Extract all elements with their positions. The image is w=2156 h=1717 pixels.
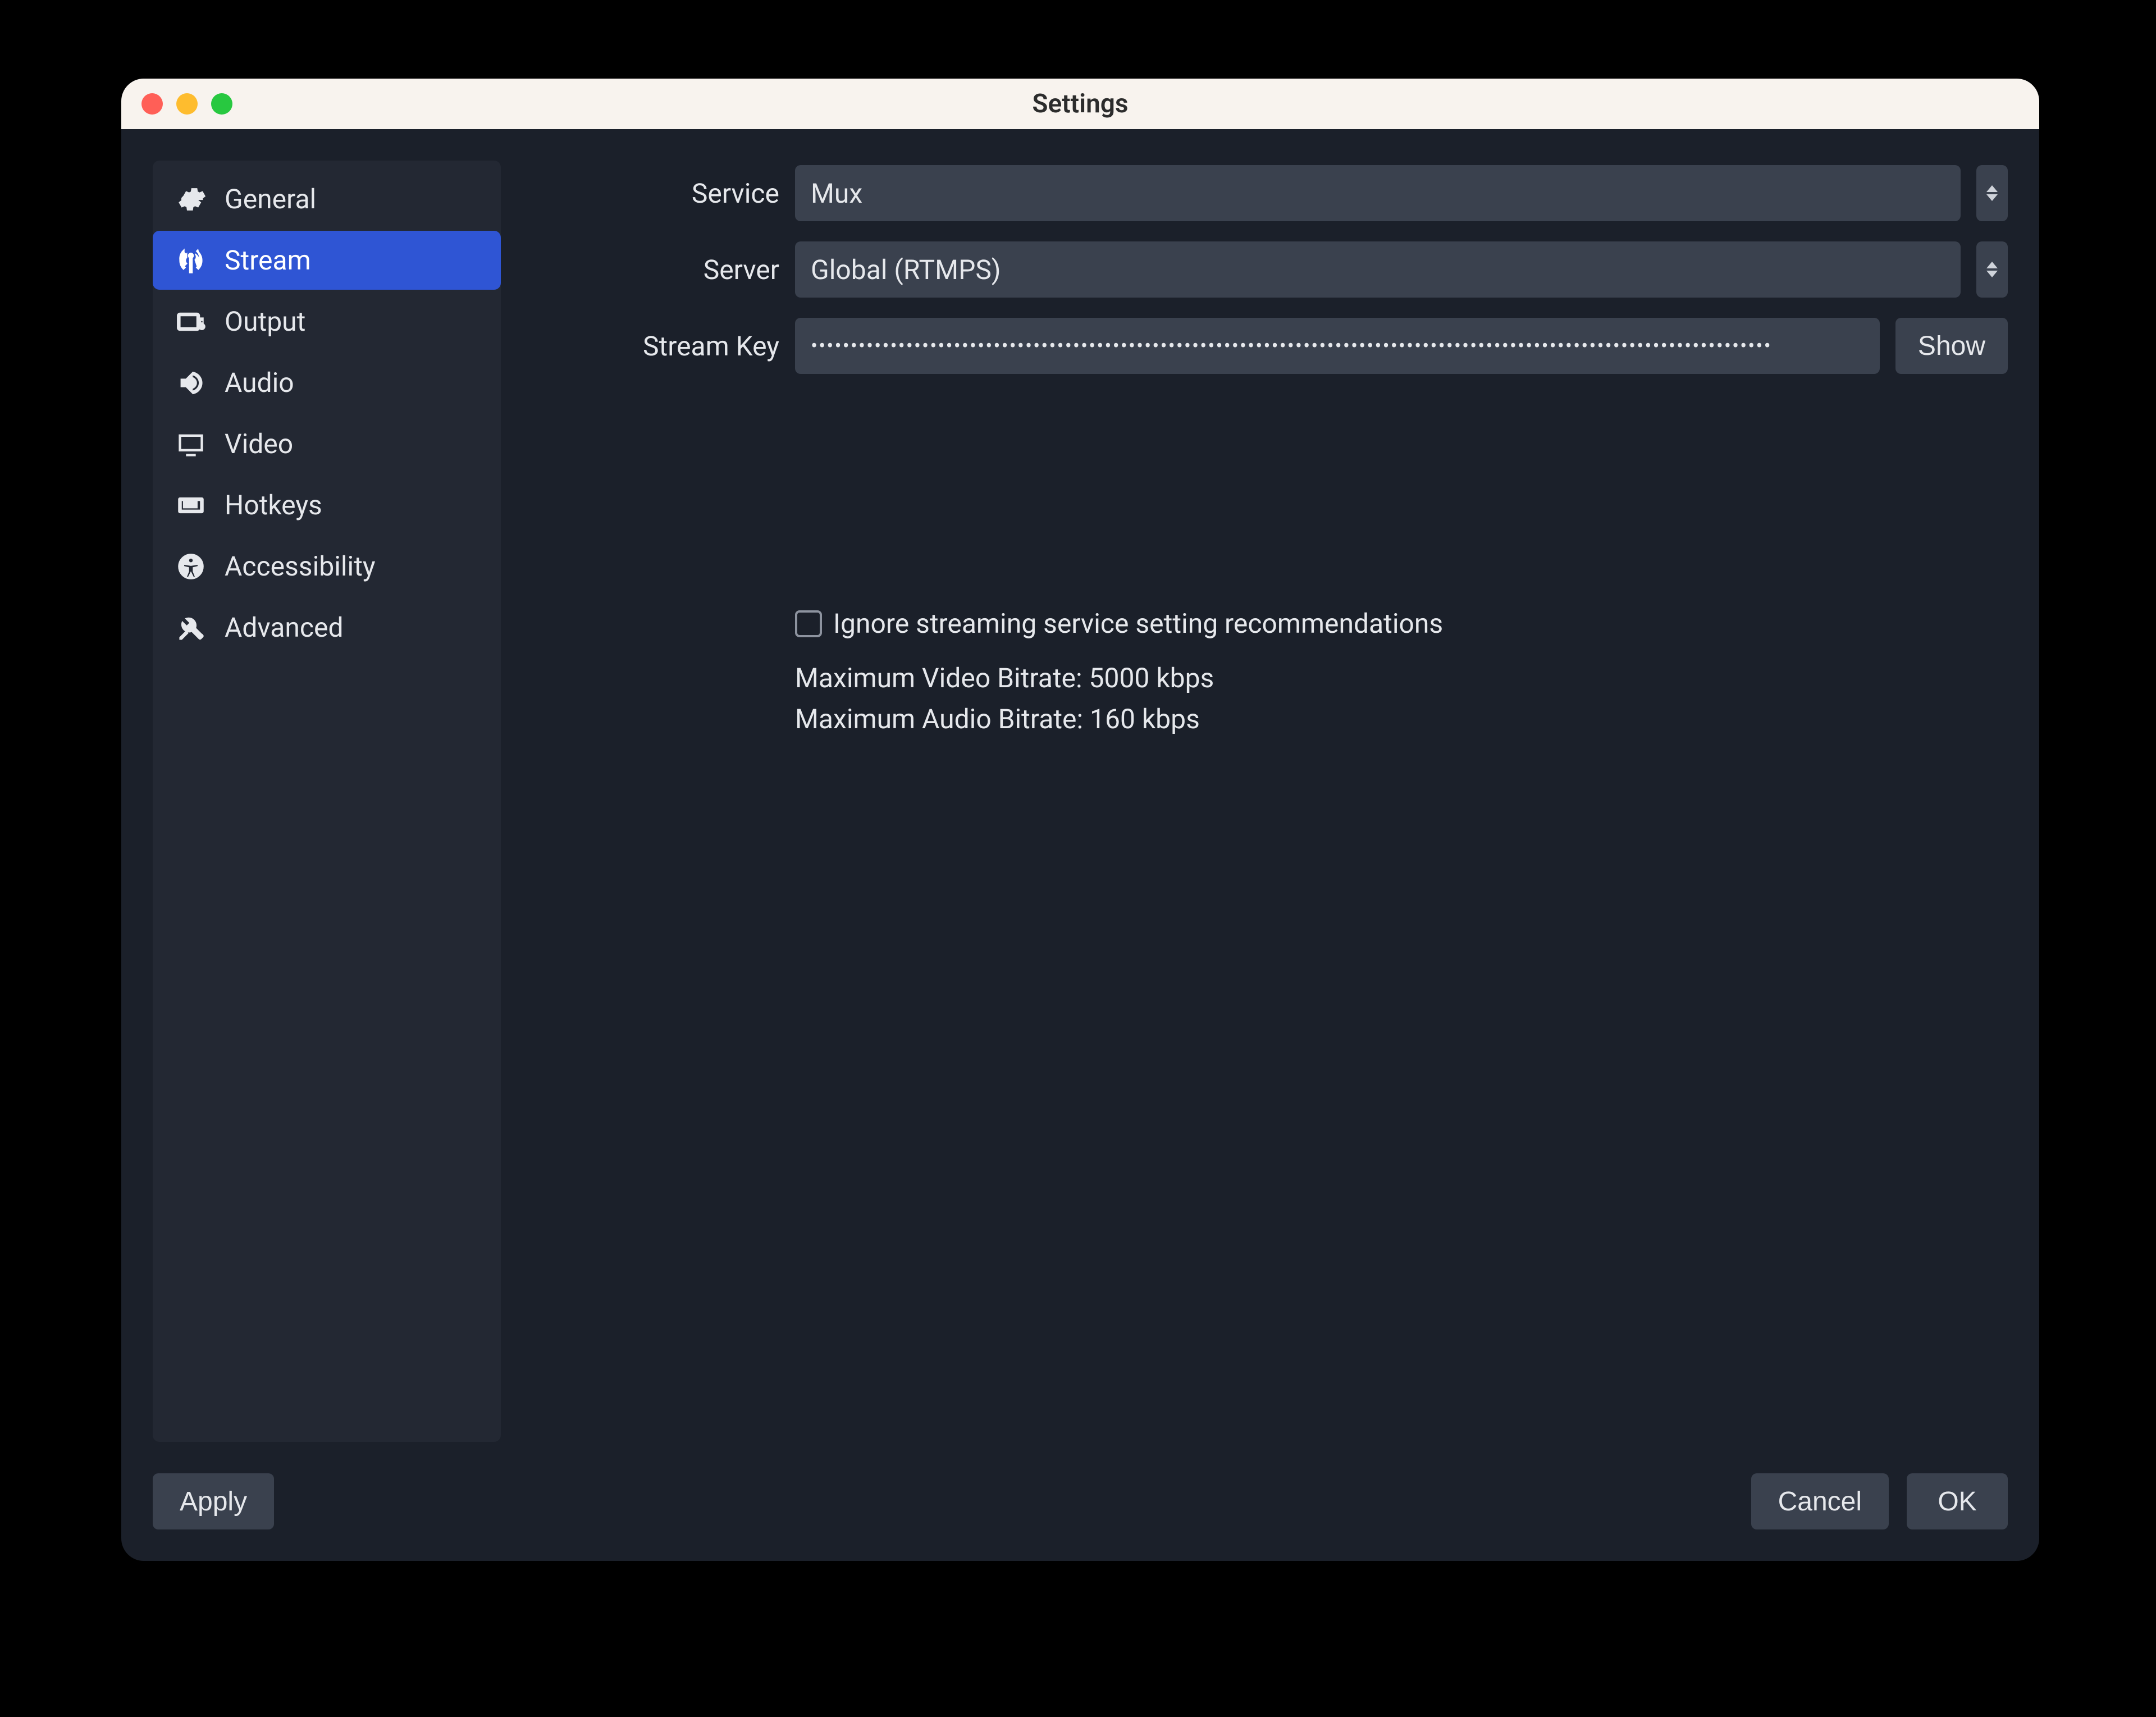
stream-key-input[interactable]: ••••••••••••••••••••••••••••••••••••••••… <box>795 318 1880 374</box>
accessibility-icon <box>175 551 207 582</box>
sidebar-item-label: Advanced <box>225 611 344 643</box>
sidebar-item-label: Video <box>225 428 293 460</box>
tools-icon <box>175 612 207 643</box>
window-body: General Stream Output <box>121 129 2039 1561</box>
ok-button[interactable]: OK <box>1907 1473 2008 1529</box>
monitor-icon <box>175 428 207 460</box>
server-select[interactable]: Global (RTMPS) <box>795 241 1961 298</box>
sidebar-item-stream[interactable]: Stream <box>153 231 501 290</box>
stream-key-row: Stream Key •••••••••••••••••••••••••••••… <box>532 318 2008 374</box>
gear-icon <box>175 184 207 215</box>
ignore-recommendations-label: Ignore streaming service setting recomme… <box>833 608 1443 640</box>
sidebar-item-general[interactable]: General <box>153 170 501 229</box>
antenna-icon <box>175 245 207 276</box>
sidebar-item-label: Stream <box>225 244 311 276</box>
sidebar-item-hotkeys[interactable]: Hotkeys <box>153 476 501 535</box>
ignore-recommendations-checkbox[interactable]: Ignore streaming service setting recomme… <box>795 608 2008 640</box>
footer-right-group: Cancel OK <box>1751 1473 2008 1529</box>
sidebar-item-accessibility[interactable]: Accessibility <box>153 537 501 596</box>
sidebar-item-label: Output <box>225 305 305 337</box>
service-select-value: Mux <box>811 177 862 209</box>
minimize-window-button[interactable] <box>176 93 198 115</box>
service-select[interactable]: Mux <box>795 165 1961 221</box>
chevron-up-icon <box>1986 262 1998 268</box>
cancel-button[interactable]: Cancel <box>1751 1473 1889 1529</box>
sidebar-item-label: Hotkeys <box>225 489 322 521</box>
sidebar-item-video[interactable]: Video <box>153 414 501 473</box>
service-row: Service Mux <box>532 165 2008 221</box>
show-stream-key-button[interactable]: Show <box>1895 318 2008 374</box>
sidebar-item-output[interactable]: Output <box>153 292 501 351</box>
sidebar-item-label: General <box>225 183 316 215</box>
checkbox-box <box>795 610 822 637</box>
stream-key-mask: ••••••••••••••••••••••••••••••••••••••••… <box>811 336 1772 356</box>
server-select-value: Global (RTMPS) <box>811 254 1001 286</box>
window-controls <box>141 93 232 115</box>
service-select-stepper[interactable] <box>1976 165 2008 221</box>
recommendations-block: Ignore streaming service setting recomme… <box>795 608 2008 735</box>
window-title: Settings <box>121 89 2039 119</box>
chevron-down-icon <box>1986 271 1998 277</box>
keyboard-icon <box>175 490 207 521</box>
settings-window: Settings General Stream <box>121 79 2039 1561</box>
sidebar-item-audio[interactable]: Audio <box>153 353 501 412</box>
screen-record-icon <box>175 306 207 337</box>
server-row: Server Global (RTMPS) <box>532 241 2008 298</box>
server-select-stepper[interactable] <box>1976 241 2008 298</box>
sidebar-item-advanced[interactable]: Advanced <box>153 598 501 657</box>
content-row: General Stream Output <box>153 161 2008 1442</box>
close-window-button[interactable] <box>141 93 163 115</box>
settings-sidebar: General Stream Output <box>153 161 501 1442</box>
dialog-footer: Apply Cancel OK <box>153 1442 2008 1529</box>
chevron-down-icon <box>1986 194 1998 201</box>
titlebar: Settings <box>121 79 2039 129</box>
stream-key-label: Stream Key <box>532 330 779 362</box>
chevron-up-icon <box>1986 185 1998 192</box>
service-label: Service <box>532 177 779 209</box>
maximize-window-button[interactable] <box>211 93 232 115</box>
max-video-bitrate-text: Maximum Video Bitrate: 5000 kbps <box>795 662 2008 694</box>
apply-button[interactable]: Apply <box>153 1473 274 1529</box>
stream-settings-panel: Service Mux Server Global (RTMPS) <box>532 161 2008 1442</box>
sidebar-item-label: Audio <box>225 367 294 399</box>
sidebar-item-label: Accessibility <box>225 550 376 582</box>
max-audio-bitrate-text: Maximum Audio Bitrate: 160 kbps <box>795 703 2008 735</box>
server-label: Server <box>532 254 779 286</box>
volume-icon <box>175 367 207 399</box>
